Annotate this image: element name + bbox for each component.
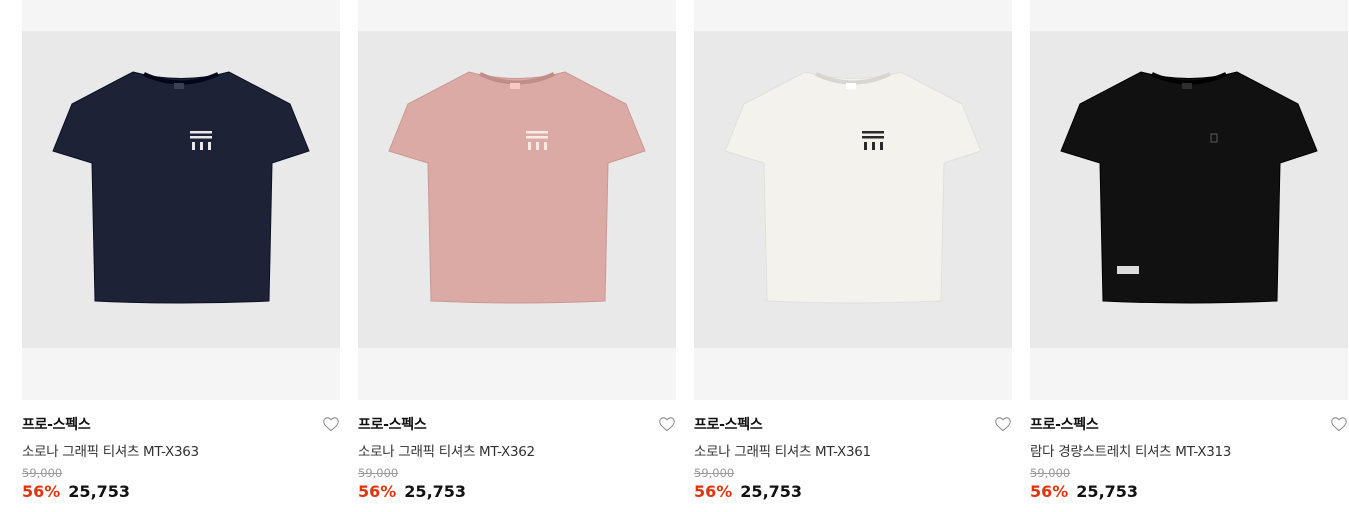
heart-outline-icon[interactable] xyxy=(1330,416,1348,432)
tshirt-illustration xyxy=(52,71,310,304)
product-name[interactable]: 소로나 그래픽 티셔츠 MT-X362 xyxy=(358,440,535,460)
price-row: 56% 25,753 xyxy=(694,482,802,501)
sale-price: 25,753 xyxy=(404,482,467,501)
neck-label xyxy=(510,83,520,89)
tshirt-body xyxy=(388,71,646,304)
heart-outline-icon[interactable] xyxy=(994,416,1012,432)
product-brand: 프로-스펙스 xyxy=(358,417,427,433)
price-row: 56% 25,753 xyxy=(358,482,466,501)
product-brand: 프로-스펙스 xyxy=(694,417,763,433)
product-photo xyxy=(358,31,676,348)
product-image[interactable] xyxy=(1030,0,1348,400)
price-row: 56% 25,753 xyxy=(22,482,130,501)
neck-label xyxy=(846,83,856,89)
tshirt-body xyxy=(1060,71,1318,304)
product-photo xyxy=(694,31,1012,348)
sale-price: 25,753 xyxy=(1076,482,1139,501)
product-image[interactable] xyxy=(22,0,340,400)
heart-outline-icon[interactable] xyxy=(322,416,340,432)
neck-label xyxy=(1182,83,1192,89)
product-name[interactable]: 람다 경량스트레치 티셔츠 MT-X313 xyxy=(1030,440,1231,460)
product-image[interactable] xyxy=(358,0,676,400)
neck-label xyxy=(174,83,184,89)
product-card[interactable]: 프로-스펙스 소로나 그래픽 티셔츠 MT-X363 59,000 56% 25,… xyxy=(22,0,340,512)
tshirt-body xyxy=(52,71,310,304)
discount-rate: 56% xyxy=(358,482,397,501)
original-price: 59,000 xyxy=(22,466,63,480)
discount-rate: 56% xyxy=(22,482,61,501)
price-row: 56% 25,753 xyxy=(1030,482,1138,501)
discount-rate: 56% xyxy=(1030,482,1069,501)
product-brand: 프로-스펙스 xyxy=(22,417,91,433)
hem-label xyxy=(1117,266,1139,274)
product-image[interactable] xyxy=(694,0,1012,400)
tshirt-illustration xyxy=(388,71,646,304)
original-price: 59,000 xyxy=(1030,466,1071,480)
original-price: 59,000 xyxy=(358,466,399,480)
product-photo xyxy=(1030,31,1348,348)
original-price: 59,000 xyxy=(694,466,735,480)
product-name[interactable]: 소로나 그래픽 티셔츠 MT-X361 xyxy=(694,440,871,460)
product-brand: 프로-스펙스 xyxy=(1030,417,1099,433)
product-photo xyxy=(22,31,340,348)
product-card[interactable]: 프로-스펙스 람다 경량스트레치 티셔츠 MT-X313 59,000 56% 2… xyxy=(1030,0,1348,512)
tshirt-illustration xyxy=(724,71,982,304)
discount-rate: 56% xyxy=(694,482,733,501)
tshirt-illustration xyxy=(1060,71,1318,304)
heart-outline-icon[interactable] xyxy=(658,416,676,432)
product-grid: 프로-스펙스 소로나 그래픽 티셔츠 MT-X363 59,000 56% 25,… xyxy=(0,0,1349,512)
product-card[interactable]: 프로-스펙스 소로나 그래픽 티셔츠 MT-X362 59,000 56% 25,… xyxy=(358,0,676,512)
sale-price: 25,753 xyxy=(740,482,803,501)
product-card[interactable]: 프로-스펙스 소로나 그래픽 티셔츠 MT-X361 59,000 56% 25,… xyxy=(694,0,1012,512)
sale-price: 25,753 xyxy=(68,482,131,501)
tshirt-body xyxy=(724,71,982,304)
product-name[interactable]: 소로나 그래픽 티셔츠 MT-X363 xyxy=(22,440,199,460)
